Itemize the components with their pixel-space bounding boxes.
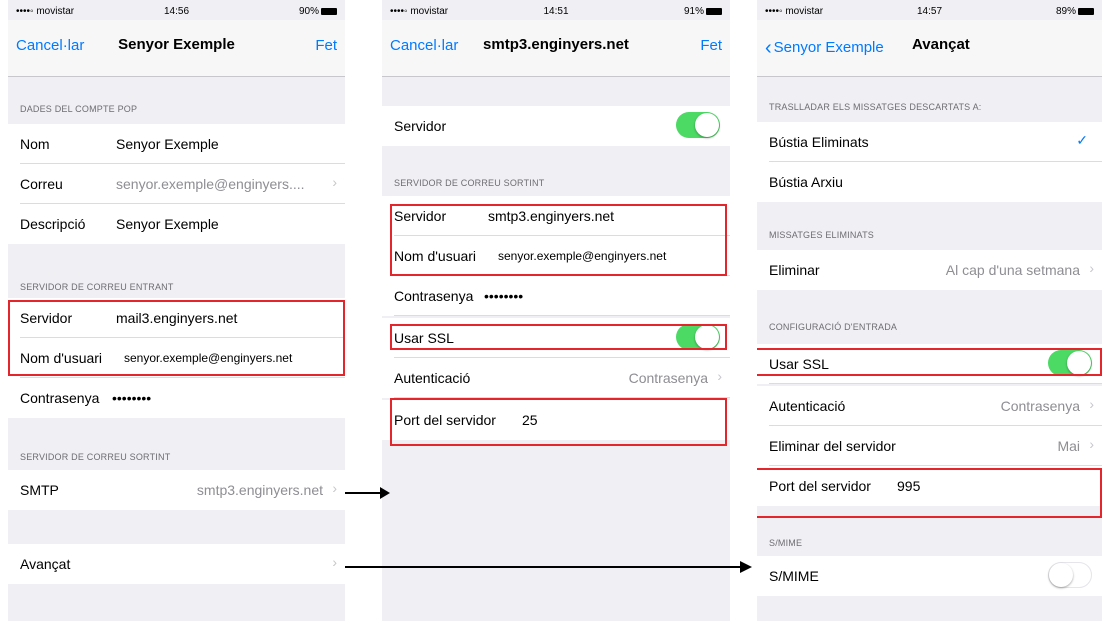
arrow-advanced-to-screen3 — [345, 561, 752, 573]
arrow-smtp-to-screen2 — [345, 487, 390, 499]
flow-arrows — [345, 487, 752, 573]
